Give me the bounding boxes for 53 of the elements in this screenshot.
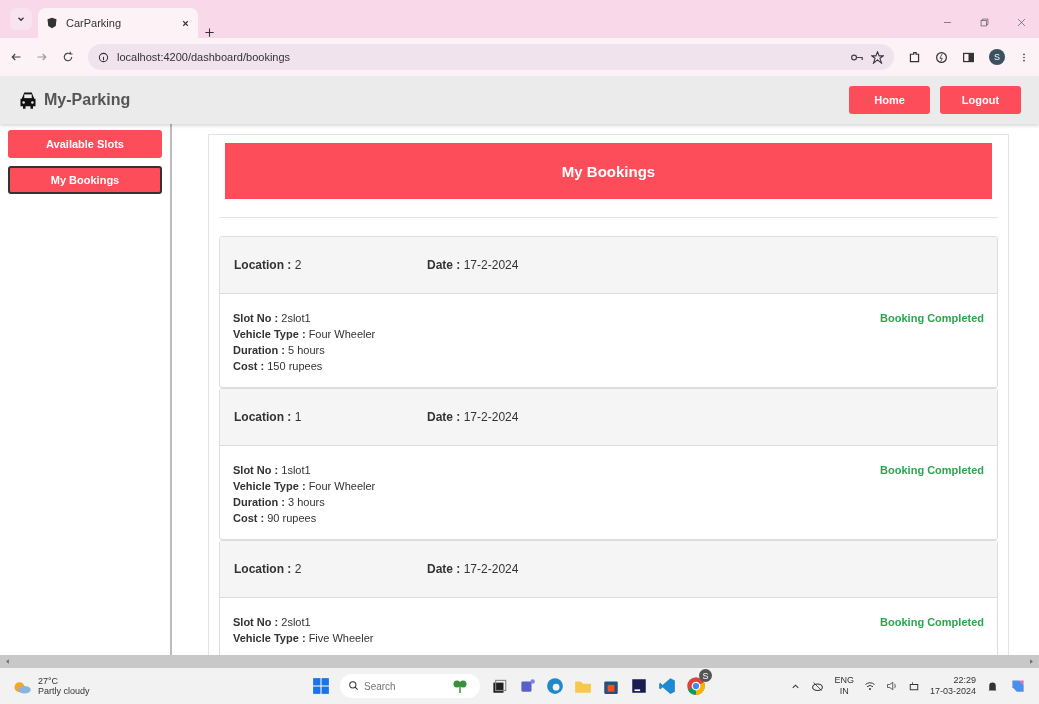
date-text: Date : 17-2-2024: [427, 562, 519, 576]
location-text: Location : 2: [234, 562, 302, 576]
ide-icon[interactable]: [630, 677, 648, 695]
cloud-off-icon[interactable]: [811, 679, 825, 693]
booking-detail: Cost : 90 rupees: [233, 511, 318, 526]
close-icon[interactable]: [181, 18, 190, 28]
booking-detail: Cost : 150 rupees: [233, 359, 324, 374]
profile-avatar[interactable]: S: [989, 49, 1005, 65]
side-panel-icon[interactable]: [962, 50, 975, 64]
booking-detail: Slot No : 2slot1: [233, 615, 312, 630]
booking-detail: Duration : 5 hours: [233, 343, 326, 358]
booking-detail: Duration : 3 hours: [233, 495, 326, 510]
language-indicator[interactable]: ENG IN: [834, 675, 854, 697]
address-bar[interactable]: localhost:4200/dashboard/bookings: [88, 44, 894, 70]
star-icon[interactable]: [871, 50, 884, 64]
booking-status: Booking Completed: [880, 615, 984, 630]
start-icon[interactable]: [312, 677, 330, 695]
shield-icon: [46, 17, 58, 29]
horizontal-scrollbar[interactable]: [0, 655, 1039, 668]
plus-icon[interactable]: [204, 27, 215, 38]
info-icon: [98, 51, 109, 63]
scroll-left-icon[interactable]: [4, 658, 11, 665]
scroll-right-icon[interactable]: [1028, 658, 1035, 665]
booking-detail: Slot No : 2slot1: [233, 311, 312, 326]
speaker-icon[interactable]: [885, 680, 898, 692]
location-text: Location : 1: [234, 410, 302, 424]
task-view-icon[interactable]: [490, 677, 508, 695]
system-clock[interactable]: 22:29 17-03-2024: [929, 675, 976, 697]
date-text: Date : 17-2-2024: [427, 410, 519, 424]
restore-icon[interactable]: [979, 17, 990, 28]
reload-icon[interactable]: [62, 51, 74, 63]
booking-status: Booking Completed: [880, 463, 984, 478]
back-icon[interactable]: [10, 51, 22, 63]
car-icon: [18, 90, 38, 110]
lightning-icon[interactable]: [935, 50, 948, 64]
booking-detail: Vehicle Type : Four Wheeler: [233, 479, 376, 494]
notification-badge: S: [699, 669, 712, 682]
location-text: Location : 2: [234, 258, 302, 272]
brand-title: My-Parking: [44, 91, 131, 109]
bell-icon[interactable]: [986, 679, 999, 693]
booking-detail: Vehicle Type : Five Wheeler: [233, 631, 374, 646]
search-icon: [348, 680, 359, 691]
browser-tab[interactable]: CarParking: [38, 8, 198, 38]
booking-detail: Vehicle Type : Four Wheeler: [233, 327, 376, 342]
booking-detail: Slot No : 1slot1: [233, 463, 312, 478]
page-title-banner: My Bookings: [225, 143, 992, 199]
taskbar-search-field[interactable]: Search: [340, 674, 480, 698]
booking-status: Booking Completed: [880, 311, 984, 326]
temperature: 27°C: [38, 676, 60, 686]
tab-title: CarParking: [66, 17, 123, 29]
wifi-icon[interactable]: [863, 680, 876, 692]
weather-text: Partly cloudy: [38, 686, 90, 696]
date-text: Date : 17-2-2024: [427, 258, 519, 272]
